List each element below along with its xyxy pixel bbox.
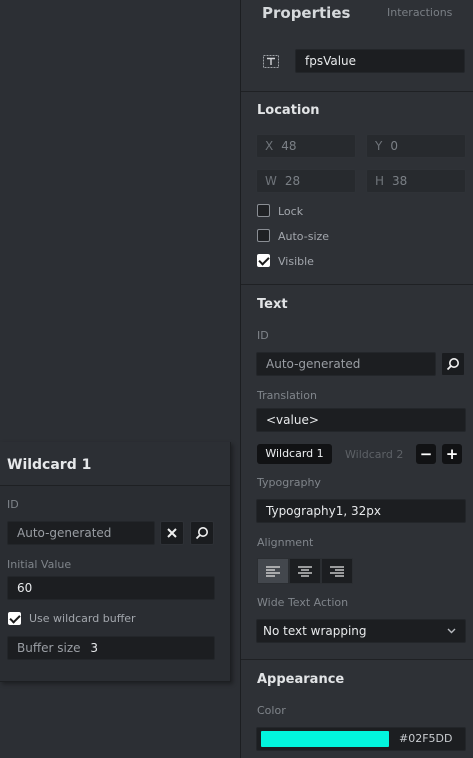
wildcard-id-input[interactable]: Auto-generated (7, 521, 155, 545)
align-left-icon (266, 565, 280, 577)
text-id-search-button[interactable] (441, 352, 465, 376)
remove-wildcard-button[interactable]: − (416, 444, 436, 464)
buffer-size-input[interactable]: Buffer size 3 (7, 636, 215, 660)
location-section: Location X 48 Y0 W 28 H 38 Lock Auto-size V… (241, 92, 473, 285)
w-value: 28 (284, 174, 301, 188)
h-value: 38 (392, 174, 408, 188)
x-field[interactable]: X 48 (256, 134, 356, 158)
x-key: X (265, 139, 274, 153)
properties-panel: Properties Interactions fpsValue Locatio… (240, 0, 473, 758)
wide-text-value: No text wrapping (263, 624, 367, 638)
search-id-button[interactable] (190, 521, 214, 545)
search-icon (195, 527, 208, 540)
typography-label: Typography (257, 476, 321, 489)
wildcard-panel: Wildcard 1 ID Auto-generated Initial Val… (0, 442, 231, 682)
w-field[interactable]: W 28 (256, 169, 356, 193)
text-title: Text (257, 297, 288, 312)
lock-label: Lock (278, 205, 304, 218)
x-value: 48 (281, 139, 297, 153)
translation-label: Translation (257, 389, 317, 402)
use-buffer-label: Use wildcard buffer (29, 612, 136, 625)
close-icon (167, 528, 177, 538)
clear-id-button[interactable] (160, 521, 184, 545)
align-left-button[interactable] (257, 558, 289, 584)
typography-select[interactable]: Typography1, 32px (256, 499, 466, 523)
align-right-icon (330, 565, 344, 577)
w-key: W (265, 174, 277, 188)
color-field[interactable]: #02F5DD (256, 727, 466, 751)
tab-properties[interactable]: Properties (262, 4, 350, 22)
add-wildcard-button[interactable]: + (442, 444, 462, 464)
wide-text-label: Wide Text Action (257, 596, 349, 609)
chevron-down-icon (447, 628, 456, 634)
y-value: 0 (390, 139, 398, 153)
location-title: Location (257, 103, 320, 118)
widget-name-input[interactable]: fpsValue (295, 49, 465, 73)
appearance-title: Appearance (257, 672, 345, 687)
properties-header: Properties Interactions fpsValue (241, 0, 473, 92)
visible-checkbox[interactable] (257, 254, 270, 267)
autosize-checkbox[interactable] (257, 229, 270, 242)
h-field[interactable]: H 38 (366, 169, 466, 193)
initial-value-input[interactable]: 60 (7, 576, 215, 600)
buffer-size-value: 3 (90, 641, 98, 655)
align-center-icon (298, 565, 312, 577)
text-widget-icon (263, 53, 279, 68)
align-center-button[interactable] (289, 558, 321, 584)
wide-text-select[interactable]: No text wrapping (256, 619, 466, 643)
lock-checkbox[interactable] (257, 204, 270, 217)
align-right-button[interactable] (321, 558, 353, 584)
text-id-input[interactable]: Auto-generated (256, 352, 436, 376)
y-field[interactable]: Y0 (366, 134, 466, 158)
buffer-size-label: Buffer size (17, 641, 81, 655)
autosize-label: Auto-size (278, 230, 330, 243)
alignment-label: Alignment (257, 536, 314, 549)
wildcard-panel-title: Wildcard 1 (0, 442, 230, 486)
search-icon (446, 358, 459, 371)
h-key: H (375, 174, 385, 188)
visible-label: Visible (278, 255, 314, 268)
wildcard-tab-1[interactable]: Wildcard 1 (257, 444, 332, 464)
wildcard-tab-2[interactable]: Wildcard 2 (345, 448, 403, 461)
tab-interactions[interactable]: Interactions (387, 6, 452, 19)
wildcard-id-label: ID (7, 498, 19, 511)
y-key: Y (375, 139, 383, 153)
initial-value-label: Initial Value (7, 558, 72, 571)
color-swatch[interactable] (261, 731, 389, 747)
alignment-segmented (257, 558, 353, 584)
color-hex-value[interactable]: #02F5DD (399, 732, 452, 745)
text-id-label: ID (257, 329, 269, 342)
color-label: Color (257, 704, 286, 717)
appearance-divider (241, 659, 473, 660)
use-buffer-checkbox[interactable] (8, 612, 21, 625)
translation-input[interactable]: <value> (256, 408, 466, 432)
